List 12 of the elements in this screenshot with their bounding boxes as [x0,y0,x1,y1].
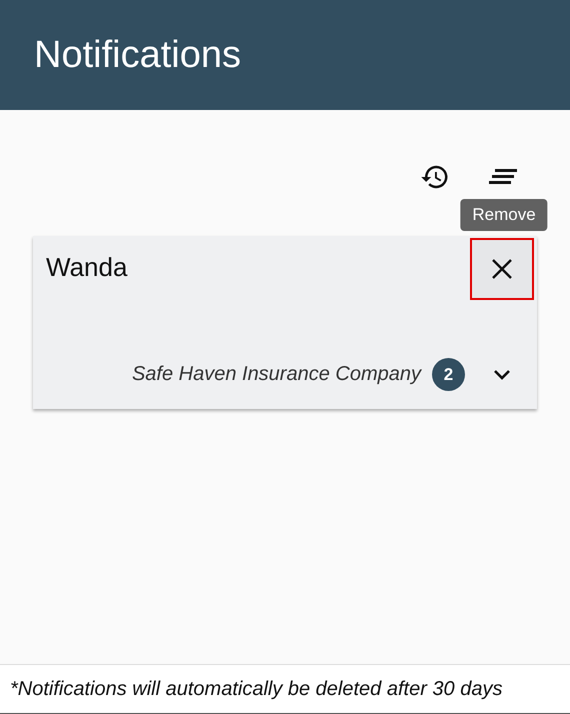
sender-name: Wanda [46,252,128,283]
footer-note: *Notifications will automatically be deleted after 30 days [10,678,502,700]
company-name: Safe Haven Insurance Company [132,363,421,386]
close-button[interactable] [470,238,534,300]
close-icon [491,258,513,280]
sort-button[interactable] [489,167,519,187]
sort-icon [489,167,519,187]
chevron-icon [493,368,511,380]
expand-button[interactable] [493,368,511,380]
tooltip: Remove [460,199,548,231]
count-badge: 2 [432,358,465,391]
page-title: Notifications [34,34,241,76]
